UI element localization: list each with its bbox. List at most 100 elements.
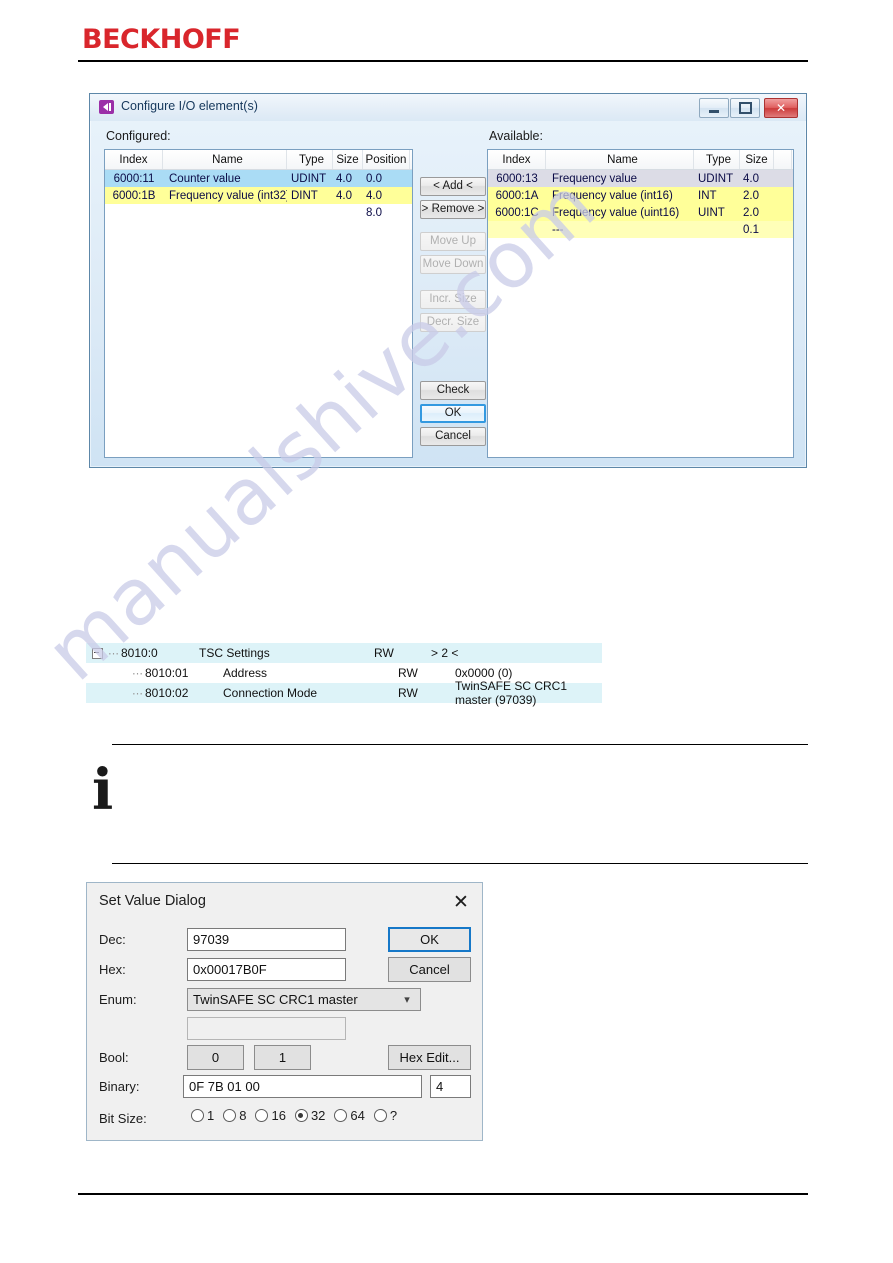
cell-size: 0.1	[743, 223, 759, 236]
column-header-spacer	[774, 150, 792, 169]
tree-row-tsc-settings[interactable]: ⋯ 8010:0 TSC Settings RW > 2 <	[86, 643, 602, 663]
bitsize-label: Bit Size:	[99, 1111, 147, 1126]
minus-square-icon	[91, 647, 103, 659]
radio-icon-selected	[294, 1109, 308, 1122]
available-list[interactable]: Index Name Type Size 6000:13 Frequency v…	[487, 149, 794, 458]
dialog-action-buttons: < Add < > Remove > Move Up Move Down Inc…	[420, 177, 486, 450]
bitsize-option-unknown[interactable]: ?	[373, 1108, 397, 1123]
bitsize-option-16[interactable]: 16	[255, 1108, 286, 1123]
cancel-button[interactable]: Cancel	[388, 957, 471, 982]
cell-size: 2.0	[743, 189, 759, 202]
ok-button[interactable]: OK	[420, 404, 486, 423]
column-header-type[interactable]: Type	[287, 150, 333, 169]
cell-type: UDINT	[698, 172, 734, 185]
radio-icon	[255, 1109, 269, 1122]
dec-field[interactable]: 97039	[187, 928, 346, 951]
cell-index: 6000:1A	[495, 189, 539, 202]
bool-label: Bool:	[99, 1050, 129, 1065]
cell-position: 8.0	[366, 206, 382, 219]
cell-name: Frequency value (int16)	[552, 189, 673, 202]
cell-name: ---	[552, 223, 564, 236]
table-row[interactable]: 6000:1B Frequency value (int32) DINT 4.0…	[105, 187, 412, 204]
footer-divider	[78, 1193, 808, 1195]
cell-position: 4.0	[366, 189, 382, 202]
tree-connector-icon: ⋯	[132, 667, 144, 680]
column-header-index[interactable]: Index	[488, 150, 546, 169]
table-row[interactable]: 6000:11 Counter value UDINT 4.0 0.0	[105, 170, 412, 187]
column-header-index[interactable]: Index	[105, 150, 163, 169]
incr-size-button[interactable]: Incr. Size	[420, 290, 486, 309]
hex-field[interactable]: 0x00017B0F	[187, 958, 346, 981]
hex-edit-button[interactable]: Hex Edit...	[388, 1045, 471, 1070]
tree-name: Address	[223, 666, 268, 680]
column-header-size[interactable]: Size	[740, 150, 774, 169]
table-row[interactable]: --- 0.1	[488, 221, 793, 238]
configured-list[interactable]: Index Name Type Size Position 6000:11 Co…	[104, 149, 413, 458]
add-button[interactable]: < Add <	[420, 177, 486, 196]
minimize-icon	[709, 110, 719, 113]
enum-select[interactable]: TwinSAFE SC CRC1 master ▾	[187, 988, 421, 1011]
enum-label: Enum:	[99, 992, 137, 1007]
bool-zero-button[interactable]: 0	[187, 1045, 244, 1070]
close-icon: ✕	[775, 101, 787, 115]
bitsize-option-64[interactable]: 64	[334, 1108, 365, 1123]
coe-object-tree: ⋯ 8010:0 TSC Settings RW > 2 < ⋯ 8010:01…	[86, 643, 602, 707]
maximize-icon	[738, 102, 752, 114]
tree-index: 8010:02	[145, 686, 189, 700]
cell-name: Counter value	[169, 172, 241, 185]
tree-flags: RW	[398, 666, 418, 680]
binary-field[interactable]: 0F 7B 01 00	[183, 1075, 422, 1098]
move-up-button[interactable]: Move Up	[420, 232, 486, 251]
expand-collapse-toggle[interactable]	[86, 647, 108, 659]
bitsize-option-1[interactable]: 1	[191, 1108, 214, 1123]
table-row[interactable]: 6000:13 Frequency value UDINT 4.0	[488, 170, 793, 187]
dialog-title-bar[interactable]: Configure I/O element(s) ✕	[90, 94, 806, 121]
column-header-position[interactable]: Position	[363, 150, 410, 169]
cancel-button[interactable]: Cancel	[420, 427, 486, 446]
ok-button[interactable]: OK	[388, 927, 471, 952]
header-divider	[78, 60, 808, 62]
hex-row: Hex: 0x00017B0F Cancel	[87, 957, 484, 984]
cell-name: Frequency value (uint16)	[552, 206, 680, 219]
close-button[interactable]: ✕	[764, 98, 798, 118]
remove-button[interactable]: > Remove >	[420, 200, 486, 219]
bitsize-option-label: 32	[310, 1108, 326, 1123]
maximize-button[interactable]	[730, 98, 760, 118]
cell-size: 2.0	[743, 206, 759, 219]
table-row[interactable]: 8.0	[105, 204, 412, 221]
dec-row: Dec: 97039 OK	[87, 927, 484, 954]
radio-icon	[223, 1109, 237, 1122]
dialog-body: Configured: Available: Index Name Type S…	[90, 121, 806, 467]
table-row[interactable]: 6000:1C Frequency value (uint16) UINT 2.…	[488, 204, 793, 221]
cell-type: INT	[698, 189, 717, 202]
configured-label: Configured:	[106, 129, 171, 143]
chevron-down-icon: ▾	[404, 993, 410, 1006]
bool-one-button[interactable]: 1	[254, 1045, 311, 1070]
bitsize-option-label: 16	[271, 1108, 286, 1123]
tree-name: Connection Mode	[223, 686, 318, 700]
check-button[interactable]: Check	[420, 381, 486, 400]
move-down-button[interactable]: Move Down	[420, 255, 486, 274]
bitsize-option-label: 8	[239, 1108, 247, 1123]
bitsize-option-32[interactable]: 32	[294, 1108, 326, 1123]
column-header-type[interactable]: Type	[694, 150, 740, 169]
tree-index: 8010:01	[145, 666, 189, 680]
tree-index: 8010:0	[121, 646, 158, 660]
info-note-box: i	[86, 742, 808, 865]
minimize-button[interactable]	[699, 98, 729, 118]
decr-size-button[interactable]: Decr. Size	[420, 313, 486, 332]
extra-field[interactable]	[187, 1017, 346, 1040]
bitsize-option-8[interactable]: 8	[223, 1108, 246, 1123]
column-header-size[interactable]: Size	[333, 150, 363, 169]
column-header-name[interactable]: Name	[546, 150, 694, 169]
binary-length-field[interactable]: 4	[430, 1075, 471, 1098]
note-top-divider	[112, 744, 808, 745]
table-row[interactable]: 6000:1A Frequency value (int16) INT 2.0	[488, 187, 793, 204]
binary-label: Binary:	[99, 1079, 140, 1094]
configure-io-dialog: Configure I/O element(s) ✕ Configured: A…	[89, 93, 807, 468]
tree-row-connection-mode[interactable]: ⋯ 8010:02 Connection Mode RW TwinSAFE SC…	[86, 679, 602, 707]
bitsize-option-label: 64	[350, 1108, 365, 1123]
close-icon[interactable]: ✕	[450, 891, 472, 913]
configure-io-icon	[99, 100, 114, 114]
column-header-name[interactable]: Name	[163, 150, 287, 169]
